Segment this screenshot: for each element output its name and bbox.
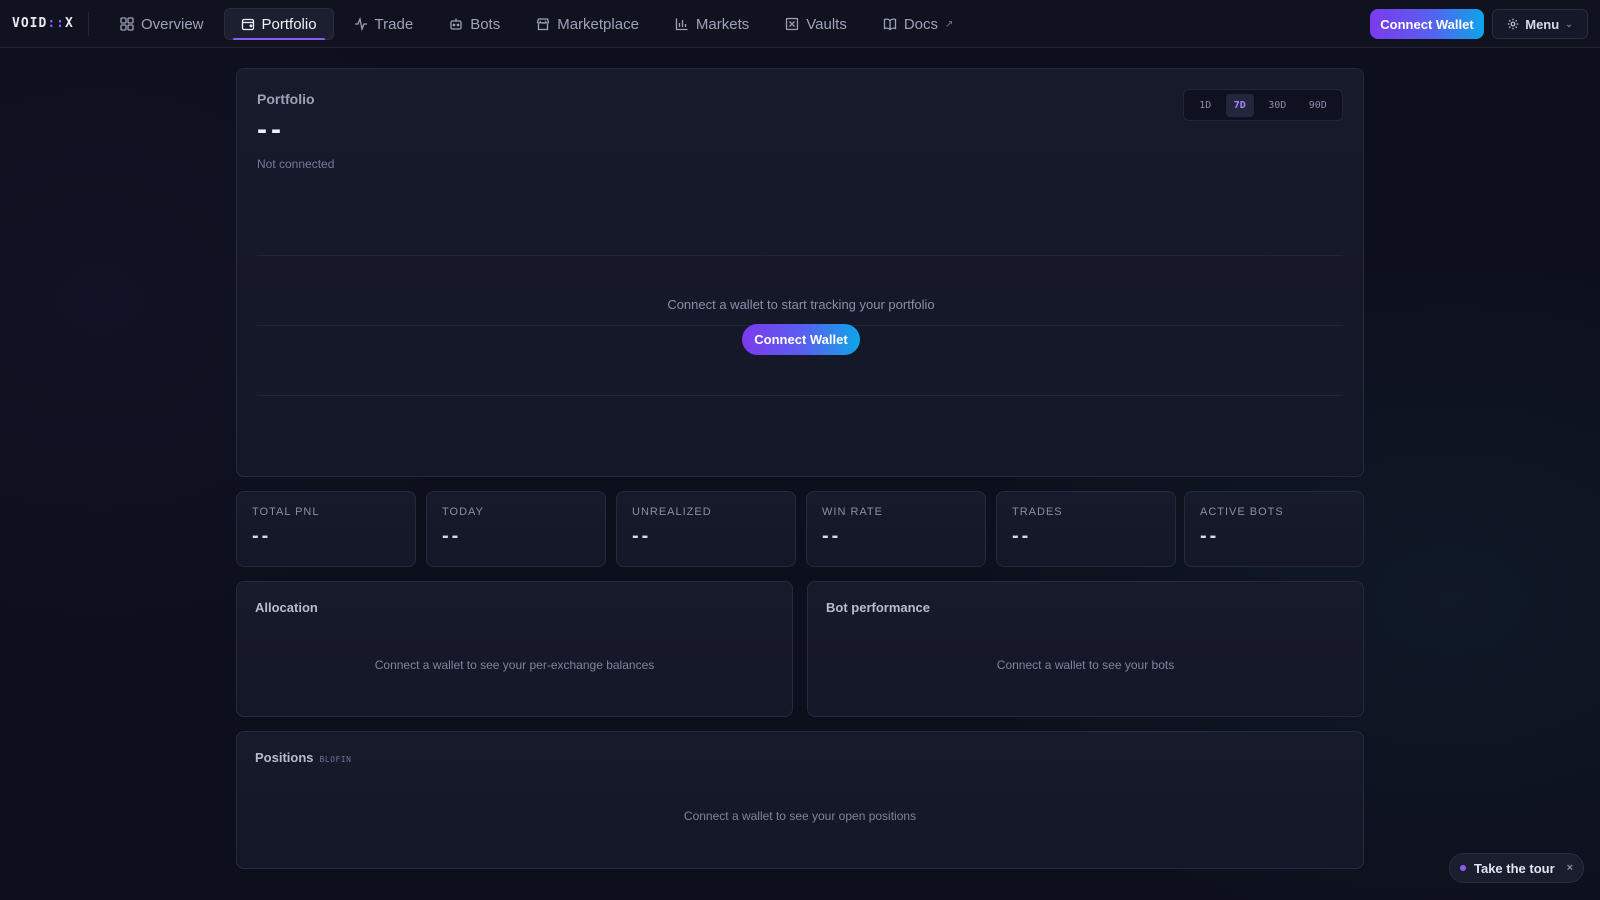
book-icon: [883, 18, 896, 31]
portfolio-empty-message: Connect a wallet to start tracking your …: [667, 297, 935, 312]
positions-message: Connect a wallet to see your open positi…: [683, 809, 917, 823]
tab-portfolio[interactable]: Portfolio: [223, 8, 334, 40]
chevron-down-icon: ⌄: [1565, 18, 1573, 29]
range-7d[interactable]: 7D: [1225, 93, 1254, 117]
stat-win-rate: WIN RATE --: [806, 491, 986, 567]
bot-performance-card: Bot performance Connect a wallet to see …: [807, 581, 1364, 717]
tab-markets[interactable]: Markets: [659, 8, 765, 40]
bot-performance-message: Connect a wallet to see your bots: [996, 658, 1175, 672]
wallet-icon: [241, 18, 254, 31]
tab-bots[interactable]: Bots: [433, 8, 516, 40]
portfolio-value: --: [257, 113, 285, 146]
nav-divider: [88, 12, 89, 36]
stat-today: TODAY --: [426, 491, 606, 567]
portfolio-title: Portfolio: [257, 91, 315, 107]
tour-dot-icon: [1460, 865, 1466, 871]
external-link-icon: ↗: [945, 18, 954, 30]
portfolio-connect-wallet-button[interactable]: Connect Wallet: [742, 324, 860, 355]
chart-gridline: [257, 395, 1343, 396]
range-90d[interactable]: 90D: [1301, 94, 1335, 117]
stat-unrealized: UNREALIZED --: [616, 491, 796, 567]
exchange-tag: BLOFIN: [319, 755, 352, 764]
menu-button[interactable]: Menu ⌄: [1492, 9, 1588, 39]
range-30d[interactable]: 30D: [1260, 94, 1294, 117]
bot-icon: [450, 18, 462, 30]
allocation-card: Allocation Connect a wallet to see your …: [236, 581, 793, 717]
tab-trade[interactable]: Trade: [338, 8, 430, 40]
stat-active-bots: ACTIVE BOTS --: [1184, 491, 1364, 567]
store-icon: [537, 18, 550, 31]
portfolio-status: Not connected: [257, 157, 335, 171]
allocation-title: Allocation: [255, 600, 318, 615]
vault-icon: [786, 17, 799, 31]
gear-icon: [1508, 18, 1519, 30]
stat-total-pnl: TOTAL PNL --: [236, 491, 416, 567]
close-icon[interactable]: ×: [1567, 862, 1573, 874]
positions-card: Positions BLOFIN Connect a wallet to see …: [236, 731, 1364, 869]
take-tour-pill[interactable]: Take the tour ×: [1449, 853, 1584, 883]
top-nav: VOID::X Overview Portfolio Trade Bots Ma…: [0, 0, 1600, 48]
nav-tabs: Overview Portfolio Trade Bots Marketplac…: [104, 8, 969, 40]
tab-docs[interactable]: Docs ↗: [867, 8, 970, 40]
bar-chart-icon: [675, 18, 688, 31]
tab-marketplace[interactable]: Marketplace: [520, 8, 655, 40]
logo[interactable]: VOID::X: [12, 16, 74, 31]
tab-vaults[interactable]: Vaults: [769, 8, 863, 40]
portfolio-card: Portfolio -- Not connected 1D 7D 30D 90D…: [236, 68, 1364, 477]
positions-title: Positions BLOFIN: [255, 750, 352, 765]
grid-icon: [120, 17, 134, 31]
range-1d[interactable]: 1D: [1191, 94, 1219, 117]
allocation-message: Connect a wallet to see your per-exchang…: [374, 658, 655, 672]
activity-icon: [354, 17, 367, 31]
bot-performance-title: Bot performance: [826, 600, 931, 615]
range-selector: 1D 7D 30D 90D: [1183, 89, 1343, 121]
stat-trades: TRADES --: [996, 491, 1176, 567]
nav-connect-wallet-button[interactable]: Connect Wallet: [1370, 9, 1484, 39]
chart-gridline: [257, 255, 1343, 256]
tab-overview[interactable]: Overview: [104, 8, 220, 40]
